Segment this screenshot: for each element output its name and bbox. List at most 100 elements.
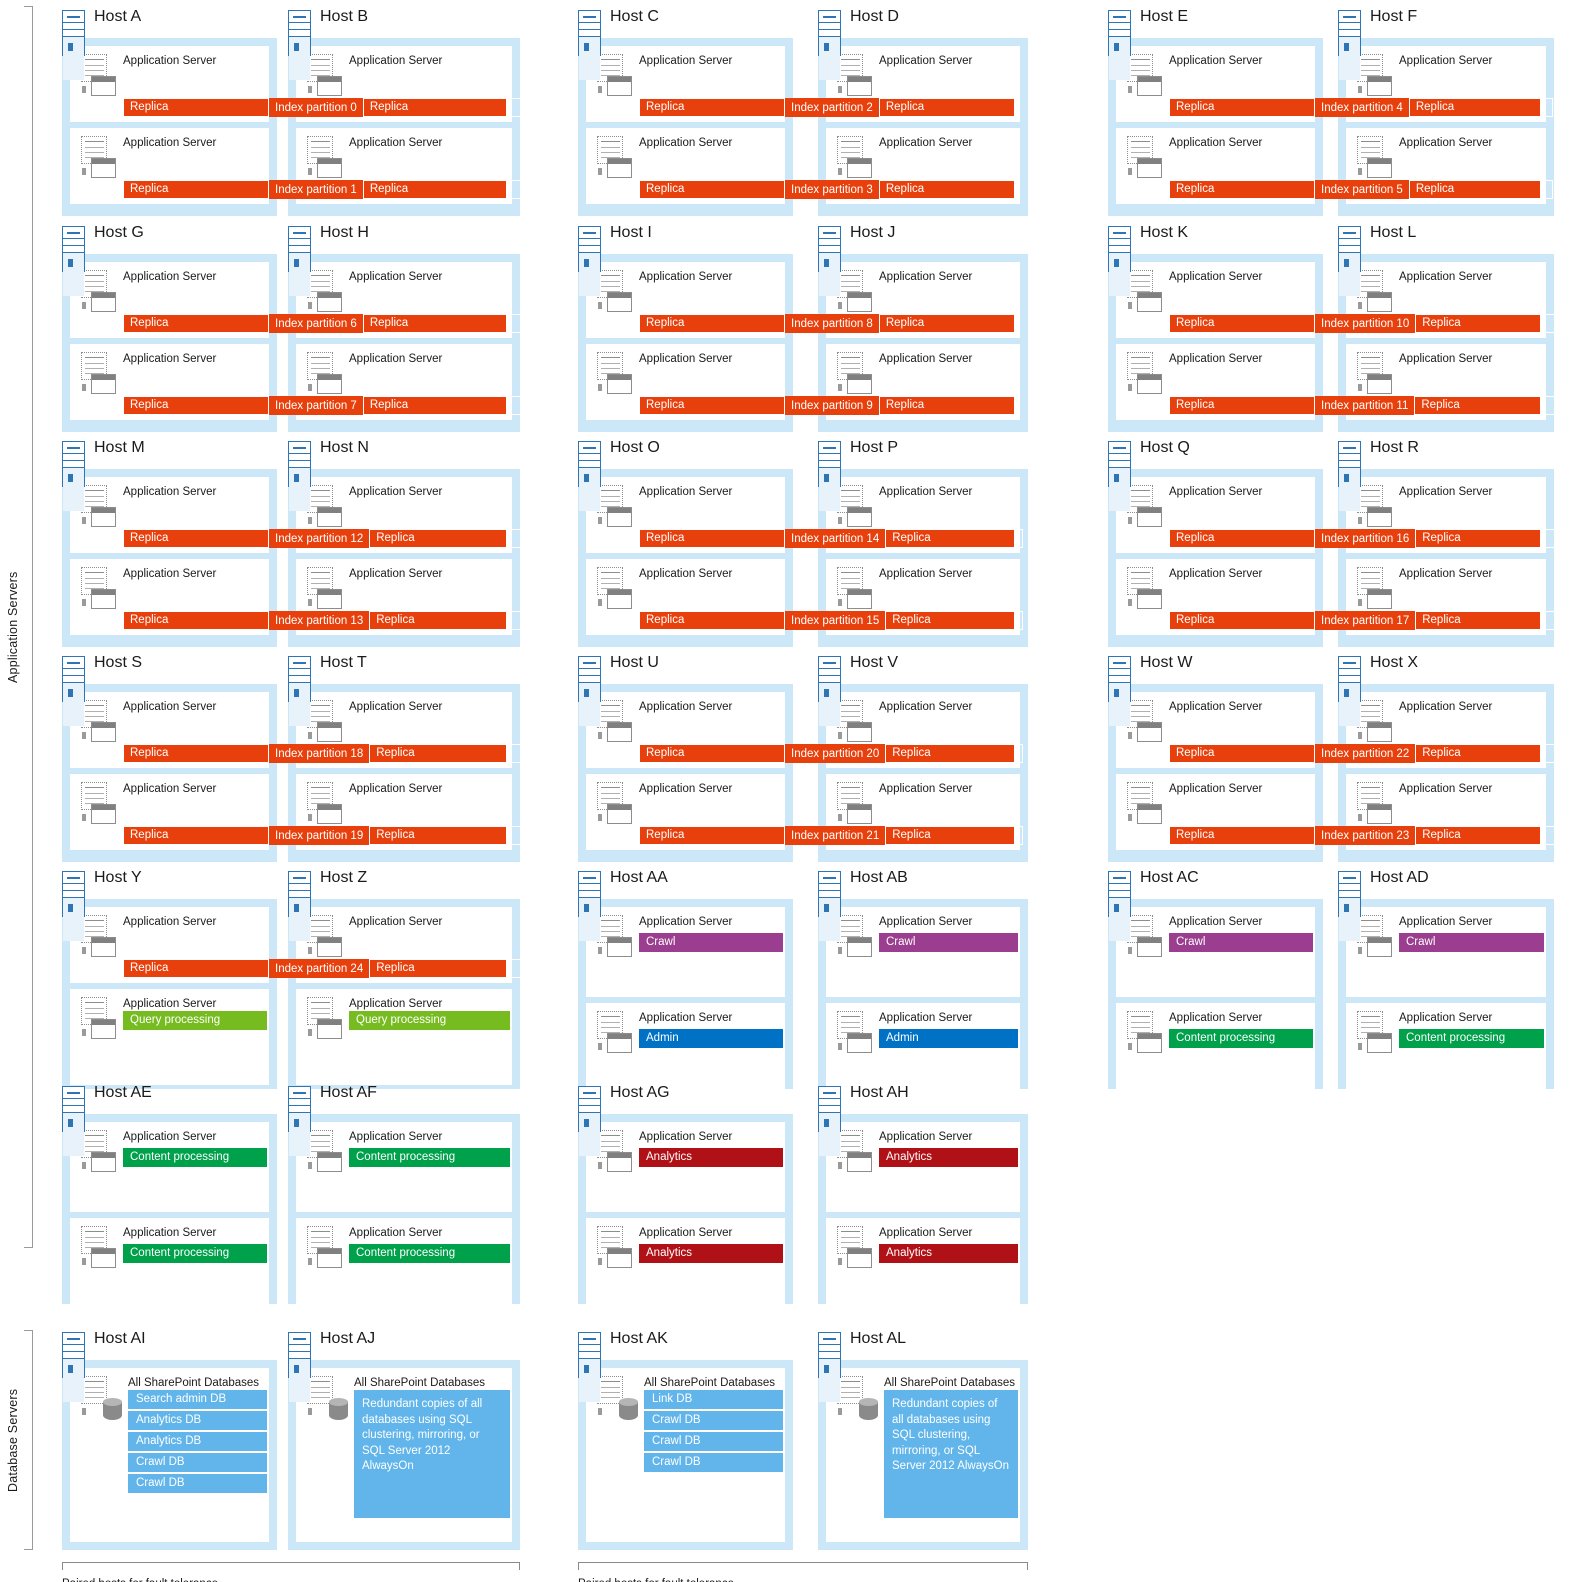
host-panel: Application Server Application Server Quer… [288, 899, 520, 1089]
host-name: Host H [320, 224, 369, 241]
application-server-label: Application Server [1399, 271, 1493, 283]
application-server-icon [835, 782, 875, 826]
index-partition-label: Index partition 6 [275, 317, 357, 330]
application-server-icon [1125, 782, 1165, 826]
role-chip-query-processing: Query processing [349, 1011, 510, 1030]
host-server-icon [288, 441, 311, 511]
host-header: Host X [1338, 654, 1554, 726]
application-server-label: Application Server [123, 271, 217, 283]
host-server-icon [578, 10, 601, 80]
section-bracket: Database Servers [6, 1330, 33, 1550]
index-partition-band: Replica Index partition 24 Replica [123, 959, 530, 978]
replica-chip: Replica [123, 396, 269, 415]
application-server-label: Application Server [123, 1227, 217, 1239]
application-server-label: Application Server [879, 701, 973, 713]
index-partition-band: Replica Index partition 7 Replica [123, 396, 523, 415]
index-partition-band: Replica Index partition 16 Replica [1169, 529, 1560, 548]
index-partition-band: Replica Index partition 13 Replica [123, 611, 530, 630]
application-server-icon [305, 915, 345, 959]
host-panel: Application Server Application Server Quer… [62, 899, 277, 1089]
replica-chip: Replica [123, 744, 269, 763]
index-partition-label: Index partition 19 [275, 829, 364, 842]
application-server-label: Application Server [349, 568, 443, 580]
application-server-card: Application Server Query processing [296, 989, 512, 1085]
application-server-icon [305, 567, 345, 611]
host-server-icon [578, 1332, 601, 1402]
application-server-label: Application Server [123, 137, 217, 149]
host-name: Host I [610, 224, 652, 241]
replica-chip: Replica [639, 180, 785, 199]
index-partition-band: Replica Index partition 19 Replica [123, 826, 530, 845]
database-server-icon [305, 1376, 348, 1420]
replica-chip: Replica [123, 98, 269, 117]
role-chip-crawl: Crawl [639, 933, 783, 952]
application-server-icon [79, 136, 119, 180]
index-partition-band: Replica Index partition 9 Replica [639, 396, 1017, 415]
application-server-icon [305, 352, 345, 396]
application-server-icon [595, 1011, 635, 1055]
database-chip: Crawl DB [644, 1453, 783, 1472]
application-server-icon [1125, 352, 1165, 396]
database-chip: Crawl DB [128, 1453, 267, 1472]
application-server-icon [595, 700, 635, 744]
application-server-icon [835, 352, 875, 396]
replica-chip: Replica [1408, 180, 1553, 199]
index-partition-label: Index partition 11 [1321, 399, 1409, 412]
replica-chip: Replica [123, 314, 269, 333]
host-server-icon [62, 10, 85, 80]
application-server-icon [835, 485, 875, 529]
application-server-icon [835, 1226, 875, 1270]
host-header: Host B [288, 8, 520, 80]
host-header: Host G [62, 224, 277, 296]
application-server-icon [1355, 54, 1395, 98]
host-name: Host O [610, 439, 660, 456]
replica-chip: Replica [369, 744, 530, 763]
host-server-icon [578, 441, 601, 511]
replica-chip: Replica [878, 98, 1017, 117]
index-partition-band: Replica Index partition 1 Replica [123, 180, 523, 199]
host-name: Host AB [850, 869, 908, 886]
application-server-label: Application Server [349, 486, 443, 498]
paired-hosts-caption: Paired hosts for fault tolerance [62, 1578, 218, 1582]
host-group: Host AJ All SharePoint Databases Redundant… [288, 1330, 520, 1550]
host-header: Host AE [62, 1084, 277, 1156]
host-header: Host H [288, 224, 520, 296]
replica-chip: Replica [639, 744, 785, 763]
host-name: Host U [610, 654, 659, 671]
replica-chip: Replica [362, 314, 523, 333]
host-server-icon [62, 656, 85, 726]
application-server-card: All SharePoint Databases Link DB Crawl DB C… [586, 1368, 785, 1542]
replica-chip: Replica [878, 396, 1017, 415]
host-name: Host Y [94, 869, 142, 886]
host-server-icon [288, 871, 311, 941]
index-partition-band: Replica Index partition 12 Replica [123, 529, 530, 548]
host-server-icon [1108, 226, 1131, 296]
database-chip: Analytics DB [128, 1411, 267, 1430]
application-server-card: Application Server Analytics [826, 1218, 1020, 1308]
application-server-card: All SharePoint Databases Redundant copies… [826, 1368, 1020, 1542]
host-header: Host AB [818, 869, 1028, 941]
replica-chip: Replica [123, 529, 269, 548]
application-server-label: Application Server [879, 916, 973, 928]
host-name: Host G [94, 224, 144, 241]
host-server-icon [1108, 656, 1131, 726]
role-chip-query-processing: Query processing [123, 1011, 267, 1030]
host-panel: All SharePoint Databases Redundant copies… [288, 1360, 520, 1550]
application-server-label: Application Server [349, 55, 443, 67]
application-server-icon [1355, 700, 1395, 744]
application-server-icon [1125, 1011, 1165, 1055]
host-server-icon [578, 226, 601, 296]
application-server-icon [835, 1130, 875, 1174]
host-header: Host D [818, 8, 1028, 80]
replica-chip: Replica [369, 529, 530, 548]
host-name: Host AF [320, 1084, 377, 1101]
host-server-icon [818, 1332, 841, 1402]
application-server-label: Application Server [1169, 353, 1263, 365]
host-server-icon [62, 226, 85, 296]
index-partition-band: Replica Index partition 23 Replica [1169, 826, 1560, 845]
application-server-card: All SharePoint Databases Search admin DB A… [70, 1368, 269, 1542]
application-server-card: Application Server Crawl [826, 907, 1020, 997]
index-partition-label: Index partition 18 [275, 747, 364, 760]
host-server-icon [1338, 226, 1361, 296]
host-name: Host AJ [320, 1330, 376, 1347]
